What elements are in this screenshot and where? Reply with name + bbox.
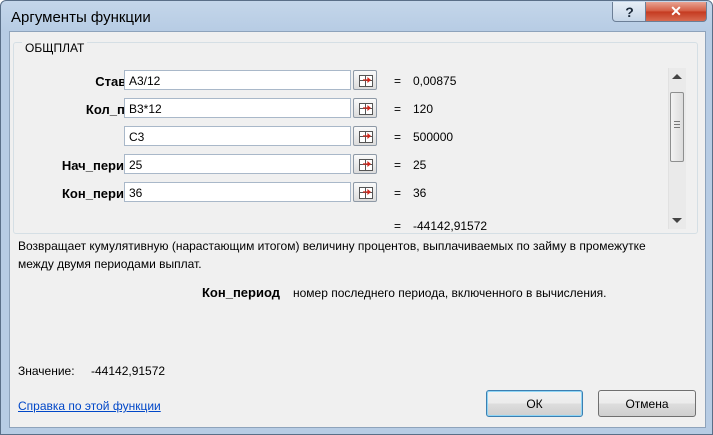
question-icon: ? — [625, 3, 634, 20]
help-button[interactable]: ? — [612, 2, 647, 22]
ref-button-nz[interactable] — [353, 126, 377, 146]
ref-button-nach-period[interactable] — [353, 154, 377, 174]
arg-help-name: Кон_период — [202, 285, 280, 300]
close-button[interactable]: ✕ — [645, 2, 707, 22]
range-select-icon — [359, 103, 373, 115]
arg-label-nz: Нз — [10, 130, 140, 145]
dialog-body: ОБЩПЛАТ Ставка A3/12 = 0,00875 Кол_пер B… — [9, 31, 706, 428]
arguments-scrollbar[interactable] — [668, 68, 686, 229]
ref-button-kon-period[interactable] — [353, 182, 377, 202]
arg-value-nz: 500000 — [413, 130, 454, 144]
range-select-icon — [359, 159, 373, 171]
scroll-thumb[interactable] — [670, 92, 684, 162]
close-icon: ✕ — [670, 3, 682, 19]
equals-sign: = — [394, 102, 402, 116]
function-name: ОБЩПЛАТ — [22, 41, 88, 55]
range-select-icon — [359, 187, 373, 199]
arg-input-kon-period[interactable]: 36 — [124, 182, 351, 202]
arg-help-text: номер последнего периода, включенного в … — [293, 286, 607, 300]
value-label: Значение: — [18, 364, 75, 378]
grip-icon — [674, 121, 680, 128]
scroll-down-icon[interactable] — [672, 218, 682, 223]
range-select-icon — [359, 75, 373, 87]
function-description: Возвращает кумулятивную (нарастающим ито… — [18, 239, 646, 271]
dialog-title: Аргументы функции — [11, 9, 151, 26]
ref-button-stavka[interactable] — [353, 70, 377, 90]
arg-label-kon-period: Кон_период — [62, 186, 140, 201]
ok-button[interactable]: ОК — [486, 390, 583, 417]
range-select-icon — [359, 131, 373, 143]
arg-label-stavka: Ставка — [95, 74, 140, 89]
equals-sign: = — [394, 158, 402, 172]
function-help-link[interactable]: Справка по этой функции — [18, 399, 161, 413]
arg-input-nz[interactable]: C3 — [124, 126, 351, 146]
arg-value-kon-period: 36 — [413, 186, 427, 200]
equals-sign: = — [394, 186, 402, 200]
equals-sign: = — [394, 130, 402, 144]
arg-label-kol-per: Кол_пер — [85, 102, 140, 117]
result-equals-sign: = — [394, 219, 402, 233]
ref-button-kol-per[interactable] — [353, 98, 377, 118]
cancel-button[interactable]: Отмена — [598, 390, 696, 417]
equals-sign: = — [394, 74, 402, 88]
arg-input-kol-per[interactable]: B3*12 — [124, 98, 351, 118]
dialog-window: Аргументы функции ? ✕ ОБЩПЛАТ Ставка A3/… — [0, 0, 713, 435]
arg-value-nach-period: 25 — [413, 158, 427, 172]
arg-value-kol-per: 120 — [413, 102, 434, 116]
arg-value-stavka: 0,00875 — [413, 74, 457, 88]
value-result: -44142,91572 — [91, 364, 166, 378]
arg-input-nach-period[interactable]: 25 — [124, 154, 351, 174]
scroll-up-icon[interactable] — [672, 74, 682, 79]
arg-label-nach-period: Нач_период — [61, 158, 140, 173]
arg-input-stavka[interactable]: A3/12 — [124, 70, 351, 90]
formula-result: -44142,91572 — [413, 219, 488, 233]
